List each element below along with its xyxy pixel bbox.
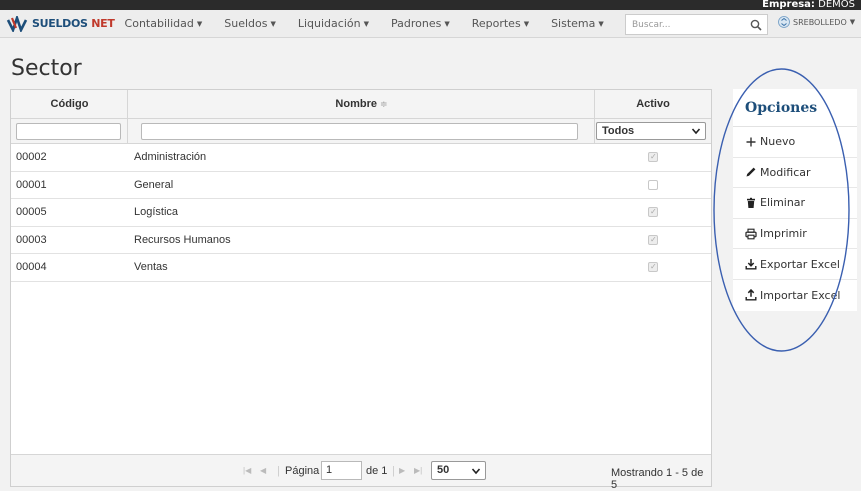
search-placeholder: Buscar... [632, 19, 671, 30]
grid-filter-row: Todos [11, 119, 711, 144]
column-header-codigo[interactable]: Código [11, 90, 128, 119]
activo-checkbox: ✓ [648, 207, 658, 217]
option-importar-excel[interactable]: Importar Excel [733, 280, 857, 311]
grid-pager: |◀ ◀ | Página 1 de 1 | ▶ ▶| 50 Mostrando… [11, 454, 711, 491]
menu-padrones[interactable]: Padrones ▼ [391, 17, 450, 30]
search-input[interactable]: Buscar... [625, 14, 768, 35]
chevron-down-icon: ▼ [363, 19, 369, 28]
menu-reportes[interactable]: Reportes ▼ [472, 17, 529, 30]
download-icon [745, 259, 757, 270]
cell-nombre: General [134, 178, 174, 191]
check-icon: ✓ [650, 152, 657, 161]
cell-codigo: 00003 [16, 233, 47, 246]
logo-icon [6, 15, 28, 32]
column-divider [127, 90, 128, 144]
sector-grid: Código Nombre ≑ Activo Todos 00002 Admin… [10, 89, 712, 491]
chevron-down-icon: ▼ [849, 18, 856, 26]
check-icon: ✓ [650, 207, 657, 216]
chevron-down-icon: ▼ [270, 19, 276, 28]
check-icon: ✓ [650, 262, 657, 271]
table-row[interactable]: 00004 Ventas ✓ [11, 254, 711, 282]
cell-codigo: 00005 [16, 206, 47, 218]
option-imprimir[interactable]: Imprimir [733, 219, 857, 250]
chevron-down-icon [471, 467, 481, 474]
cell-codigo: 00004 [16, 261, 47, 273]
chevron-down-icon: ▼ [598, 19, 604, 28]
main-menu: Contabilidad ▼ Sueldos ▼ Liquidación ▼ Padr… [125, 17, 626, 30]
chevron-down-icon: ▼ [444, 19, 450, 28]
chevron-down-icon [691, 128, 701, 135]
pager-info: Mostrando 1 - 5 de 5 [611, 467, 704, 491]
column-header-nombre[interactable]: Nombre ≑ [128, 90, 595, 119]
pencil-icon [746, 167, 756, 177]
sort-icon[interactable]: ≑ [380, 99, 388, 109]
page-number-input[interactable]: 1 [321, 461, 362, 480]
cell-codigo: 00001 [16, 178, 47, 191]
activo-checkbox: ✓ [648, 262, 658, 272]
user-avatar-icon [778, 16, 790, 28]
grid-header: Código Nombre ≑ Activo [11, 90, 711, 119]
prev-page-icon[interactable]: ◀ [260, 463, 266, 479]
table-row[interactable]: 00003 Recursos Humanos ✓ [11, 227, 711, 254]
menu-sueldos[interactable]: Sueldos ▼ [224, 17, 276, 30]
last-page-icon[interactable]: ▶| [414, 463, 422, 479]
logo-text: SUELDOS NET [32, 17, 115, 30]
table-row[interactable]: 00001 General [11, 172, 711, 199]
filter-activo-select[interactable]: Todos [596, 122, 706, 140]
search-icon[interactable] [750, 19, 762, 31]
cell-nombre: Recursos Humanos [134, 233, 231, 246]
upload-icon [745, 289, 757, 301]
filter-nombre-input[interactable] [141, 123, 578, 140]
column-divider [594, 90, 595, 144]
activo-checkbox [648, 179, 658, 190]
column-header-activo[interactable]: Activo [595, 90, 711, 119]
options-title: Opciones [733, 89, 857, 127]
top-strip [0, 0, 861, 10]
user-name: SREBOLLEDO [793, 17, 847, 27]
cell-codigo: 00002 [16, 151, 47, 163]
page-title: Sector [11, 56, 82, 81]
table-row[interactable]: 00005 Logística ✓ [11, 199, 711, 227]
table-row[interactable]: 00002 Administración ✓ [11, 144, 711, 172]
empresa-indicator: Empresa: DEMOS [762, 0, 855, 10]
user-menu[interactable]: SREBOLLEDO ▼ [778, 16, 855, 28]
option-eliminar[interactable]: Eliminar [733, 188, 857, 219]
option-modificar[interactable]: Modificar [733, 158, 857, 189]
option-exportar-excel[interactable]: Exportar Excel [733, 249, 857, 280]
first-page-icon[interactable]: |◀ [243, 463, 251, 479]
page-label: Página [285, 465, 320, 477]
chevron-down-icon: ▼ [196, 19, 203, 28]
options-panel: Opciones Nuevo Modificar Eliminar Imprim… [733, 89, 857, 311]
pager-separator: | [277, 465, 280, 477]
chevron-down-icon: ▼ [523, 19, 530, 28]
cell-nombre: Administración [134, 151, 207, 163]
app-logo[interactable]: SUELDOS NET [6, 15, 115, 32]
check-icon: ✓ [650, 234, 657, 244]
menu-sistema[interactable]: Sistema ▼ [551, 17, 604, 30]
activo-checkbox: ✓ [648, 234, 658, 245]
pager-separator: | [392, 465, 395, 477]
trash-icon [747, 197, 755, 208]
grid-body: 00002 Administración ✓ 00001 General 000… [11, 144, 711, 282]
cell-nombre: Logística [134, 206, 179, 218]
option-nuevo[interactable]: Nuevo [733, 127, 857, 158]
filter-codigo-input[interactable] [16, 123, 121, 140]
page-total-label: de 1 [366, 465, 388, 477]
next-page-icon[interactable]: ▶ [399, 463, 405, 479]
plus-icon [746, 137, 756, 147]
page-size-select[interactable]: 50 [431, 461, 486, 480]
navbar: SUELDOS NET Contabilidad ▼ Sueldos ▼ Liqui… [0, 10, 861, 38]
menu-liquidacion[interactable]: Liquidación ▼ [298, 17, 369, 30]
cell-nombre: Ventas [134, 261, 168, 273]
activo-checkbox: ✓ [648, 152, 658, 162]
print-icon [745, 228, 757, 239]
menu-contabilidad[interactable]: Contabilidad ▼ [125, 17, 203, 30]
